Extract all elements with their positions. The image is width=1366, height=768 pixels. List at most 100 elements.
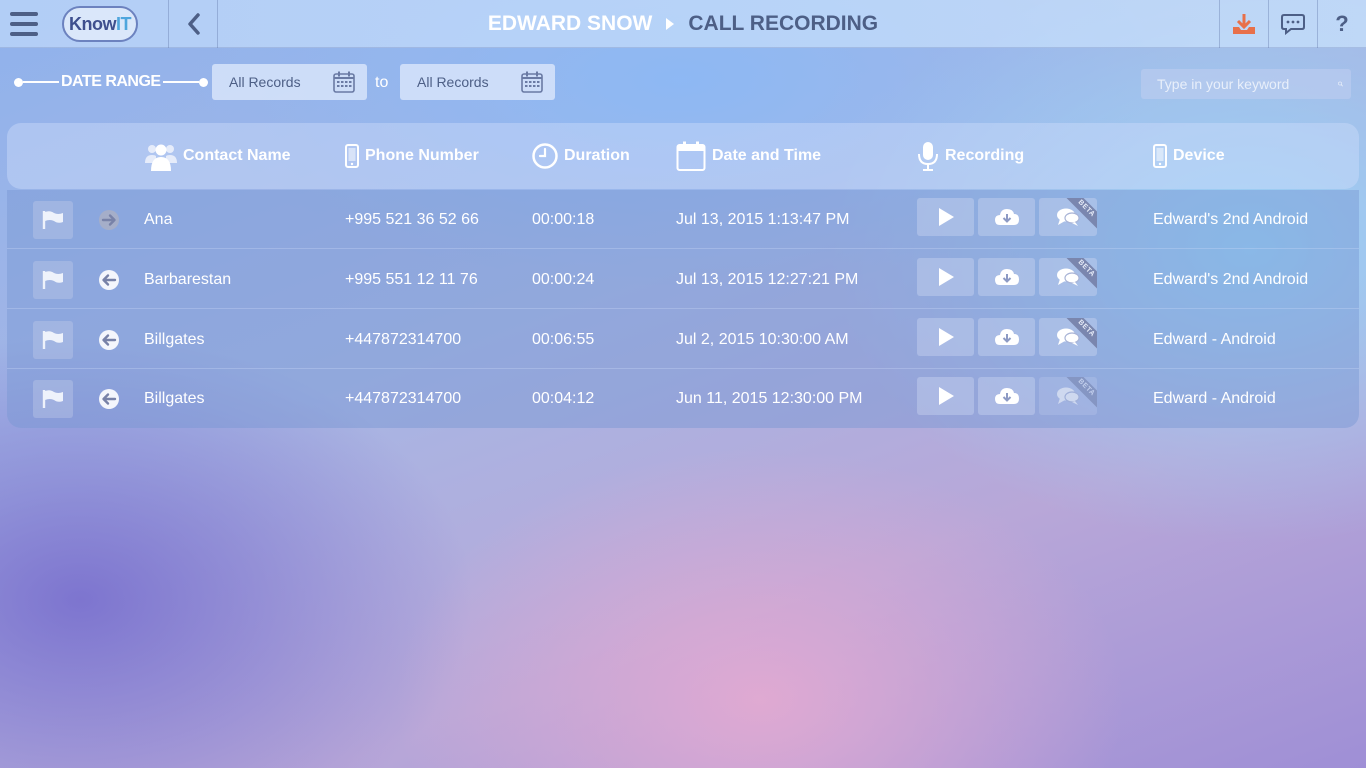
download-recording-button[interactable] [978, 258, 1035, 296]
transcript-beta-button[interactable]: BETA [1039, 318, 1097, 356]
column-header-contact[interactable]: Contact Name [145, 123, 291, 189]
chat-bubbles-icon [1057, 268, 1080, 286]
contact-name-cell: Billgates [144, 330, 205, 348]
flag-icon [42, 331, 63, 349]
divider [217, 0, 218, 48]
help-button[interactable]: ? [1318, 0, 1366, 48]
incoming-call-arrow-icon [99, 270, 119, 290]
cloud-download-icon [994, 209, 1019, 225]
phone-number-cell: +995 521 36 52 66 [345, 210, 479, 228]
flag-button[interactable] [33, 321, 73, 359]
play-icon [938, 387, 954, 405]
back-button[interactable] [170, 0, 217, 48]
transcript-beta-button[interactable]: BETA [1039, 377, 1097, 415]
play-icon [938, 208, 954, 226]
chat-bubbles-icon [1057, 387, 1080, 405]
play-icon [938, 268, 954, 286]
breadcrumb-separator-icon [666, 18, 675, 30]
contact-name-cell: Ana [144, 210, 173, 228]
cloud-download-icon [994, 388, 1019, 404]
transcript-beta-button[interactable]: BETA [1039, 258, 1097, 296]
search-input[interactable] [1157, 76, 1338, 92]
download-tray-icon [1233, 14, 1255, 34]
play-recording-button[interactable] [917, 377, 974, 415]
datetime-cell: Jul 2, 2015 10:30:00 AM [676, 330, 849, 348]
logo-text: Know [69, 13, 117, 34]
incoming-call-arrow-icon [99, 389, 119, 409]
date-range-label-group: DATE RANGE [14, 64, 208, 100]
chevron-left-icon [187, 13, 200, 35]
contact-name-cell: Billgates [144, 389, 205, 407]
column-header-datetime[interactable]: Date and Time [676, 123, 821, 189]
transcript-beta-button[interactable]: BETA [1039, 198, 1097, 236]
date-range-to-label: to [375, 74, 389, 91]
flag-button[interactable] [33, 380, 73, 418]
date-range-decoration [162, 77, 208, 87]
mobile-phone-icon [1153, 144, 1167, 168]
menu-icon-bar [10, 22, 38, 26]
knowit-logo[interactable]: Know IT [62, 6, 138, 42]
call-recordings-table: Ana +995 521 36 52 66 00:00:18 Jul 13, 2… [7, 190, 1359, 428]
datetime-cell: Jun 11, 2015 12:30:00 PM [676, 389, 863, 407]
calendar-icon [676, 141, 706, 171]
date-range-label: DATE RANGE [61, 73, 161, 90]
device-cell: Edward's 2nd Android [1153, 270, 1309, 288]
hamburger-menu-button[interactable] [0, 0, 48, 48]
flag-button[interactable] [33, 201, 73, 239]
date-from-value: All Records [229, 74, 301, 90]
date-to-value: All Records [417, 74, 489, 90]
download-recording-button[interactable] [978, 377, 1035, 415]
breadcrumb-user[interactable]: EDWARD SNOW [488, 12, 653, 36]
play-recording-button[interactable] [917, 318, 974, 356]
keyword-search [1141, 69, 1351, 99]
date-to-picker[interactable]: All Records [400, 64, 555, 100]
question-mark-icon: ? [1335, 11, 1349, 36]
incoming-call-arrow-icon [99, 330, 119, 350]
outgoing-call-arrow-icon [99, 210, 119, 230]
menu-icon-bar [10, 32, 38, 36]
table-row[interactable]: Billgates +447872314700 00:04:12 Jun 11,… [7, 369, 1359, 428]
column-header-recording[interactable]: Recording [917, 123, 1024, 189]
table-row[interactable]: Billgates +447872314700 00:06:55 Jul 2, … [7, 310, 1359, 369]
play-recording-button[interactable] [917, 258, 974, 296]
flag-icon [42, 211, 63, 229]
divider [168, 0, 169, 48]
logo-text-accent: IT [116, 13, 132, 34]
phone-number-cell: +995 551 12 11 76 [345, 270, 478, 288]
phone-number-cell: +447872314700 [345, 389, 462, 407]
device-cell: Edward - Android [1153, 389, 1276, 407]
duration-cell: 00:00:18 [532, 210, 595, 228]
datetime-cell: Jul 13, 2015 12:27:21 PM [676, 270, 859, 288]
column-header-phone[interactable]: Phone Number [345, 123, 479, 189]
users-group-icon [145, 144, 177, 171]
column-header-device[interactable]: Device [1153, 123, 1225, 189]
flag-icon [42, 271, 63, 289]
table-row[interactable]: Ana +995 521 36 52 66 00:00:18 Jul 13, 2… [7, 190, 1359, 249]
export-download-button[interactable] [1220, 0, 1268, 48]
download-recording-button[interactable] [978, 318, 1035, 356]
download-recording-button[interactable] [978, 198, 1035, 236]
breadcrumb-page-title: CALL RECORDING [688, 12, 879, 35]
feedback-chat-button[interactable] [1269, 0, 1317, 48]
microphone-icon [918, 142, 938, 171]
flag-icon [42, 390, 63, 408]
top-bar: Know IT EDWARD SNOW CALL RECORDING ? [0, 0, 1366, 48]
device-cell: Edward's 2nd Android [1153, 210, 1309, 228]
column-header-duration[interactable]: Duration [532, 123, 630, 189]
date-from-picker[interactable]: All Records [212, 64, 367, 100]
table-row[interactable]: Barbarestan +995 551 12 11 76 00:00:24 J… [7, 250, 1359, 309]
calendar-icon [521, 71, 543, 93]
play-icon [938, 328, 954, 346]
device-cell: Edward - Android [1153, 330, 1276, 348]
menu-icon-bar [10, 12, 38, 16]
calendar-icon [333, 71, 355, 93]
duration-cell: 00:00:24 [532, 270, 595, 288]
date-range-decoration [14, 77, 59, 87]
contact-name-cell: Barbarestan [144, 270, 232, 288]
search-icon[interactable] [1338, 76, 1343, 92]
cloud-download-icon [994, 329, 1019, 345]
play-recording-button[interactable] [917, 198, 974, 236]
clock-icon [532, 143, 558, 169]
flag-button[interactable] [33, 261, 73, 299]
datetime-cell: Jul 13, 2015 1:13:47 PM [676, 210, 850, 228]
